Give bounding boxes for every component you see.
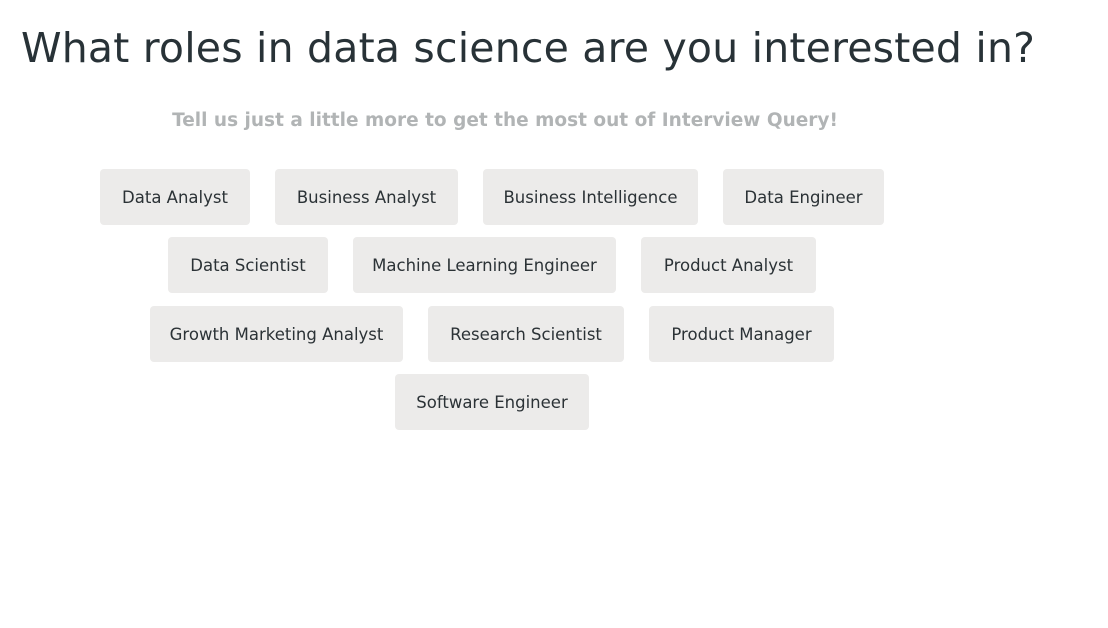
role-option-product-analyst[interactable]: Product Analyst bbox=[641, 237, 816, 293]
role-option-data-analyst[interactable]: Data Analyst bbox=[100, 169, 250, 225]
page-subtitle: Tell us just a little more to get the mo… bbox=[0, 105, 1010, 135]
role-option-research-scientist[interactable]: Research Scientist bbox=[428, 306, 624, 362]
role-option-product-manager[interactable]: Product Manager bbox=[649, 306, 834, 362]
role-option-business-analyst[interactable]: Business Analyst bbox=[275, 169, 458, 225]
page-subtitle-text: Tell us just a little more to get the mo… bbox=[172, 110, 838, 131]
role-option-data-engineer[interactable]: Data Engineer bbox=[723, 169, 884, 225]
role-option-business-intelligence[interactable]: Business Intelligence bbox=[483, 169, 698, 225]
page-title: What roles in data science are you inter… bbox=[21, 24, 1036, 72]
role-selection-page: What roles in data science are you inter… bbox=[0, 0, 1108, 628]
role-option-machine-learning-engineer[interactable]: Machine Learning Engineer bbox=[353, 237, 616, 293]
role-option-software-engineer[interactable]: Software Engineer bbox=[395, 374, 589, 430]
role-option-data-scientist[interactable]: Data Scientist bbox=[168, 237, 328, 293]
role-option-growth-marketing-analyst[interactable]: Growth Marketing Analyst bbox=[150, 306, 403, 362]
